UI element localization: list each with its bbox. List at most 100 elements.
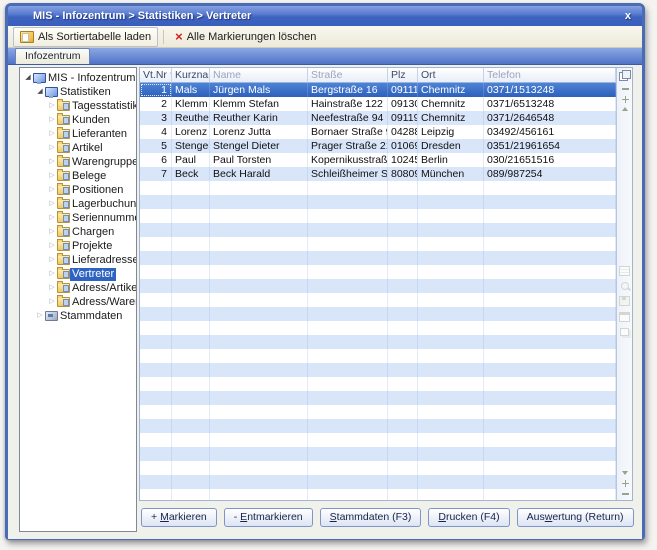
scroll-fine-marker[interactable] (617, 94, 633, 104)
empty-table-cell (418, 433, 484, 447)
scroll-up-arrow[interactable] (617, 104, 633, 114)
tree-item-lagerbuchungen[interactable]: ▷Lagerbuchungen (20, 197, 136, 211)
table-row[interactable]: 1MalsJürgen MalsBergstraße 1609111Chemni… (140, 83, 616, 97)
table-row[interactable]: 6PaulPaul TorstenKopernikusstraße 471024… (140, 153, 616, 167)
tree-collapsed-icon[interactable]: ▷ (47, 155, 57, 169)
tree-item-statistiken[interactable]: ◢Statistiken (20, 85, 136, 99)
toolbar-button-1[interactable]: Als Sortiertabelle laden (13, 27, 158, 47)
empty-table-cell (140, 349, 172, 363)
table-cell: 1 (140, 83, 172, 97)
search-icon[interactable] (621, 282, 629, 290)
table-row[interactable]: 5StengelStengel DieterPrager Straße 2120… (140, 139, 616, 153)
tree-collapsed-icon[interactable]: ▷ (47, 99, 57, 113)
tree-collapsed-icon[interactable]: ▷ (47, 127, 57, 141)
empty-table-cell (484, 405, 616, 419)
tree-item-mis-infozentrum[interactable]: ◢MIS - Infozentrum (20, 71, 136, 85)
tab-infozentrum[interactable]: Infozentrum (15, 48, 90, 64)
table-row[interactable]: 2KlemmKlemm StefanHainstraße 12209130Che… (140, 97, 616, 111)
button-markieren[interactable]: + Markieren (141, 508, 217, 527)
window-icon[interactable] (619, 312, 630, 322)
empty-table-cell (172, 251, 210, 265)
table-row[interactable]: 4LorenzLorenz JuttaBornaer Straße 940428… (140, 125, 616, 139)
toolbar-button-2[interactable]: ×Alle Markierungen löschen (169, 28, 322, 46)
tree-item-adress-artikel[interactable]: ▷Adress/Artikel (20, 281, 136, 295)
column-header-telefon[interactable]: Telefon (484, 68, 616, 83)
table-cell: 0371/6513248 (484, 97, 616, 111)
empty-table-cell (210, 349, 308, 363)
table-cell: Klemm Stefan (210, 97, 308, 111)
table-cell: Mals (172, 83, 210, 97)
tree-item-vertreter[interactable]: ▷Vertreter (20, 267, 136, 281)
tree-item-artikel[interactable]: ▷Artikel (20, 141, 136, 155)
folder-icon (57, 157, 70, 167)
column-header-ort[interactable]: Ort (418, 68, 484, 83)
scroll-fine-marker[interactable] (617, 478, 633, 488)
tree-collapsed-icon[interactable]: ▷ (47, 239, 57, 253)
tree-item-stammdaten[interactable]: ▷ Stammdaten (20, 309, 136, 323)
empty-table-row (140, 489, 616, 500)
column-header-kurzname[interactable]: Kurzname (172, 68, 210, 83)
tree-collapsed-icon[interactable]: ▷ (35, 309, 45, 323)
tree-item-seriennummern[interactable]: ▷Seriennummern (20, 211, 136, 225)
tree-collapsed-icon[interactable]: ▷ (47, 169, 57, 183)
tree-collapsed-icon[interactable]: ▷ (47, 295, 57, 309)
save-icon[interactable] (619, 296, 630, 306)
folder-icon-glyph (57, 171, 70, 181)
grid-icon[interactable] (619, 266, 630, 276)
button-entmarkieren[interactable]: - Entmarkieren (224, 508, 313, 527)
column-chooser-icon[interactable] (619, 70, 630, 80)
tree-item-label: Stammdaten (58, 310, 124, 323)
scroll-bottom-marker[interactable] (617, 488, 633, 498)
tree-item-projekte[interactable]: ▷Projekte (20, 239, 136, 253)
tree-collapsed-icon[interactable]: ▷ (47, 211, 57, 225)
tree-item-kunden[interactable]: ▷Kunden (20, 113, 136, 127)
table-row[interactable]: 7BeckBeck HaraldSchleißheimer Straße 378… (140, 167, 616, 181)
empty-table-cell (210, 391, 308, 405)
tree-item-belege[interactable]: ▷Belege (20, 169, 136, 183)
tree-collapsed-icon[interactable]: ▷ (47, 225, 57, 239)
empty-table-cell (140, 391, 172, 405)
empty-table-cell (484, 419, 616, 433)
tree-collapsed-icon[interactable]: ▷ (47, 183, 57, 197)
grid-side-strip (616, 68, 632, 500)
tree-collapsed-icon[interactable]: ▷ (47, 113, 57, 127)
tree-expanded-icon[interactable]: ◢ (35, 85, 45, 99)
column-header-stra-e[interactable]: Straße (308, 68, 388, 83)
empty-table-row (140, 461, 616, 475)
close-icon[interactable]: x (625, 6, 631, 26)
tree-item-lieferadressen[interactable]: ▷Lieferadressen (20, 253, 136, 267)
copy-icon[interactable] (620, 328, 629, 336)
empty-table-cell (172, 349, 210, 363)
tree-item-chargen[interactable]: ▷Chargen (20, 225, 136, 239)
column-header-name[interactable]: Name (210, 68, 308, 83)
scroll-down-arrow[interactable] (617, 468, 633, 478)
tree-item-positionen[interactable]: ▷Positionen (20, 183, 136, 197)
tree-item-tagesstatistik[interactable]: ▷Tagesstatistik (20, 99, 136, 113)
button-stammdaten-f3[interactable]: Stammdaten (F3) (320, 508, 422, 527)
tree-collapsed-icon[interactable]: ▷ (47, 281, 57, 295)
button-drucken-f4[interactable]: Drucken (F4) (428, 508, 509, 527)
scroll-top-marker[interactable] (617, 84, 633, 94)
table-cell: 4 (140, 125, 172, 139)
toolbar-button-label: Alle Markierungen löschen (187, 31, 317, 43)
tree-collapsed-icon[interactable]: ▷ (47, 141, 57, 155)
column-header-plz[interactable]: Plz (388, 68, 418, 83)
empty-table-row (140, 433, 616, 447)
tree-item-lieferanten[interactable]: ▷Lieferanten (20, 127, 136, 141)
tree-collapsed-icon[interactable]: ▷ (47, 253, 57, 267)
button-auswertung-return[interactable]: Auswertung (Return) (517, 508, 634, 527)
folder-icon-glyph (57, 101, 70, 111)
tree-collapsed-icon[interactable]: ▷ (47, 197, 57, 211)
table-row[interactable]: 3ReutherReuther KarinNeefestraße 9409119… (140, 111, 616, 125)
title-bar[interactable]: MIS - Infozentrum > Statistiken > Vertre… (8, 6, 642, 26)
tree-collapsed-icon[interactable]: ▷ (47, 267, 57, 281)
empty-table-cell (418, 405, 484, 419)
tree-item-adress-warengruppen[interactable]: ▷Adress/Warengruppen (20, 295, 136, 309)
folder-icon-glyph (57, 269, 70, 279)
empty-table-cell (308, 433, 388, 447)
tree-expanded-icon[interactable]: ◢ (23, 71, 33, 85)
scroll-markers-top (617, 84, 632, 114)
tree-item-warengruppen[interactable]: ▷Warengruppen (20, 155, 136, 169)
column-header-vt-nr[interactable]: Vt.Nr▼ (140, 68, 172, 83)
empty-table-cell (388, 251, 418, 265)
